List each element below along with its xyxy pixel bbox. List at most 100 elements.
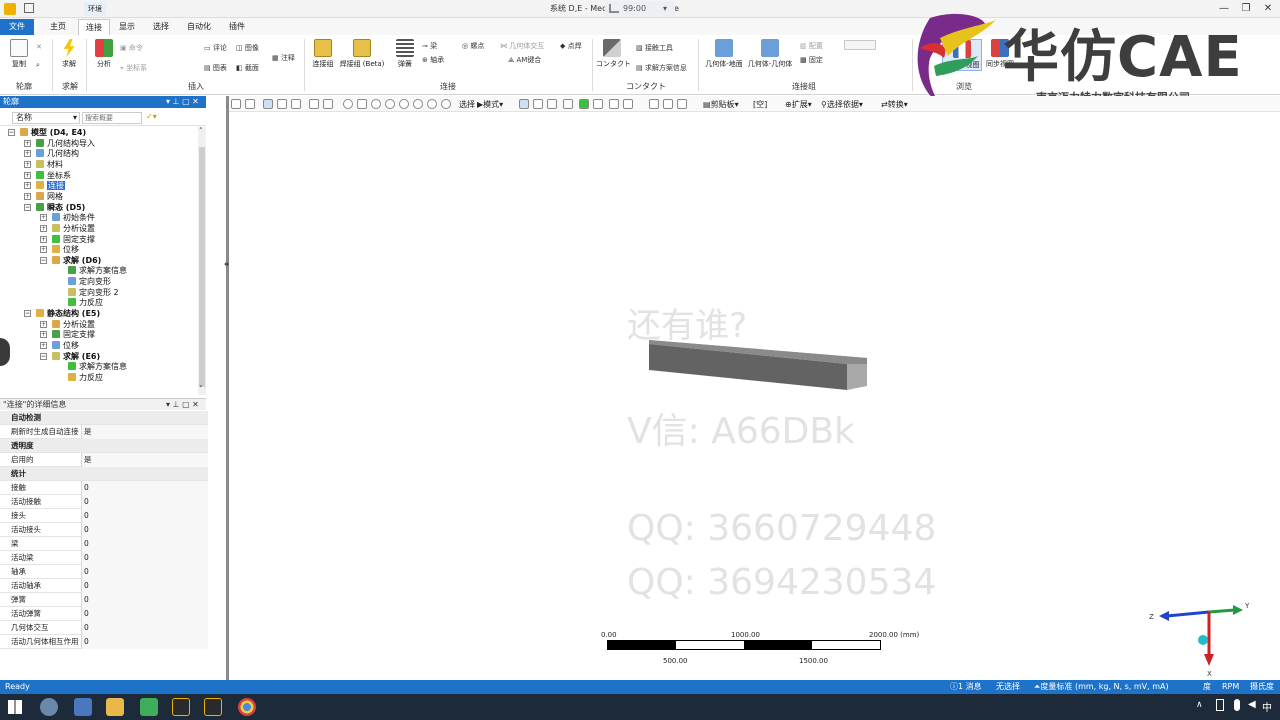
tab-connect[interactable]: 连接 [78, 19, 110, 35]
expand-toggle-icon[interactable]: + [24, 171, 31, 179]
quick-access-icon[interactable] [24, 3, 34, 13]
details-value[interactable]: 0 [81, 607, 208, 621]
workbench-app-icon[interactable] [172, 698, 190, 716]
tree-node[interactable]: 定向变形 [68, 277, 111, 287]
mesh-icon[interactable] [309, 99, 319, 109]
filter-icon[interactable]: ✓▾ [146, 112, 157, 121]
start-icon[interactable] [8, 700, 22, 714]
filter-select[interactable]: 名称 ▾ [12, 112, 80, 124]
expand-toggle-icon[interactable]: + [24, 160, 31, 168]
tree-node[interactable]: + 分析设置 [40, 319, 95, 330]
tab-plugins[interactable]: 插件 [222, 19, 252, 35]
connection-group-button[interactable]: 连接组 [310, 39, 336, 69]
analysis-button[interactable]: 分析 [92, 39, 116, 69]
tree-node[interactable]: 求解方案信息 [68, 266, 127, 276]
details-row[interactable]: 弹簧 0 [0, 593, 208, 607]
wireframe-icon[interactable] [291, 99, 301, 109]
file-explorer-icon[interactable] [106, 698, 124, 716]
tree-node[interactable]: + 位移 [40, 245, 79, 255]
next-view-icon[interactable] [441, 99, 451, 109]
details-row[interactable]: 刷新时生成自动连接是 [0, 425, 208, 439]
vertex-select-icon[interactable] [519, 99, 529, 109]
ime-indicator[interactable]: 中 [1262, 699, 1272, 714]
spring-button[interactable]: 弹簧 [394, 39, 416, 69]
comment-item[interactable]: ▭ 评论 [204, 43, 227, 53]
tree-node[interactable]: − 求解 (E6) [40, 351, 100, 362]
magnifier-icon[interactable] [413, 99, 423, 109]
bolt-item[interactable]: ◎ 螺点 [462, 41, 484, 51]
details-value[interactable]: 0 [81, 551, 208, 565]
details-value[interactable]: 是 [81, 425, 208, 439]
tree-node[interactable]: 求解方案信息 [68, 362, 127, 372]
tree-node[interactable]: + 分析设置 [40, 223, 95, 234]
axis-triad[interactable]: Y Z X [1145, 596, 1255, 680]
chrome-app-icon[interactable] [238, 698, 256, 716]
expand-toggle-icon[interactable]: + [40, 320, 47, 328]
search-icon[interactable]: ⌕ [36, 61, 40, 70]
beam-item[interactable]: ⊸ 梁 [422, 41, 437, 51]
details-row[interactable]: 活动接头 0 [0, 523, 208, 537]
settings-app-icon[interactable] [40, 698, 58, 716]
green-body-icon[interactable] [579, 99, 589, 109]
expand-toggle-icon[interactable]: + [40, 342, 47, 349]
select-by-dropdown[interactable]: ⚲选择依据▾ [821, 99, 863, 110]
zoom-in-icon[interactable] [371, 99, 381, 109]
zoom-icon[interactable] [231, 99, 241, 109]
details-value[interactable]: 0 [81, 565, 208, 579]
tree-node[interactable]: + 连接 [24, 181, 65, 191]
zoom-out-icon[interactable] [245, 99, 255, 109]
tree-node[interactable]: + 材料 [24, 159, 63, 170]
microphone-icon[interactable] [1234, 699, 1240, 711]
green-app-icon[interactable] [140, 698, 158, 716]
tree-node[interactable]: + 初始条件 [40, 213, 95, 223]
config-item[interactable]: ▥ 配置 [800, 41, 823, 51]
select-dropdown[interactable]: 选择 [459, 99, 475, 110]
tree-node[interactable]: − 静态结构 (E5) [24, 309, 100, 319]
delete-icon[interactable]: ✕ [36, 43, 42, 51]
details-value[interactable]: 0 [81, 481, 208, 495]
element-select-icon[interactable] [609, 99, 619, 109]
details-value[interactable]: 0 [81, 621, 208, 635]
unit-system-indicator[interactable]: ⏶ 度量标准 (mm, kg, N, s, mV, mA) [1034, 680, 1169, 694]
tree-node[interactable]: − 模型 (D4, E4) [8, 128, 86, 138]
details-row[interactable]: 活动轴承 0 [0, 579, 208, 593]
tree-node[interactable]: 力反应 [68, 298, 103, 308]
pan-icon[interactable] [357, 99, 367, 109]
expand-toggle-icon[interactable]: − [8, 129, 15, 136]
geometry-intersect-item[interactable]: ⋈ 几何体交互 [500, 41, 544, 51]
solution-info-item[interactable]: ▤ 求解方案信息 [636, 63, 687, 73]
details-row[interactable]: 轴承 0 [0, 565, 208, 579]
details-value[interactable]: 0 [81, 537, 208, 551]
value-field[interactable] [844, 40, 876, 50]
mode-dropdown[interactable]: ▶模式▾ [477, 99, 503, 110]
expand-dropdown[interactable]: ⊕扩展▾ [785, 99, 812, 110]
edge-select-icon[interactable] [533, 99, 543, 109]
mechanical-app-icon[interactable] [204, 698, 222, 716]
details-value[interactable]: 是 [81, 453, 208, 467]
tree-node[interactable]: − 求解 (D6) [40, 255, 101, 266]
tab-select[interactable]: 选择 [146, 19, 176, 35]
details-value[interactable]: 0 [81, 593, 208, 607]
weld-group-button[interactable]: 焊接组 (Beta) [338, 39, 386, 69]
details-row[interactable]: 几何体交互 0 [0, 621, 208, 635]
body-select-icon[interactable] [563, 99, 573, 109]
details-row[interactable]: 活动弹簧 0 [0, 607, 208, 621]
details-row[interactable]: 接头 0 [0, 509, 208, 523]
pin-icon[interactable]: ▾ ⊥ ▢ ✕ [166, 399, 199, 411]
tree-node[interactable]: + 位移 [40, 341, 79, 351]
search-input[interactable] [82, 112, 142, 124]
annotation-item[interactable]: ▦ 注释 [272, 53, 295, 63]
extend3-icon[interactable] [677, 99, 687, 109]
scroll-down-icon[interactable]: ˅ [199, 385, 203, 393]
coordinate-item[interactable]: ⌖ 坐标系 [120, 63, 147, 73]
details-value[interactable]: 0 [81, 579, 208, 593]
details-value[interactable]: 0 [81, 509, 208, 523]
edges-icon[interactable] [323, 99, 333, 109]
iso-view-icon[interactable] [263, 99, 273, 109]
solve-button[interactable]: 求解 [58, 39, 80, 69]
details-row[interactable]: 启用的 是 [0, 453, 208, 467]
chevron-down-icon[interactable]: ▾ [663, 1, 667, 16]
zoom-fit-icon[interactable] [399, 99, 409, 109]
fix-item[interactable]: ▩ 固定 [800, 55, 823, 65]
details-row[interactable]: 梁0 [0, 537, 208, 551]
